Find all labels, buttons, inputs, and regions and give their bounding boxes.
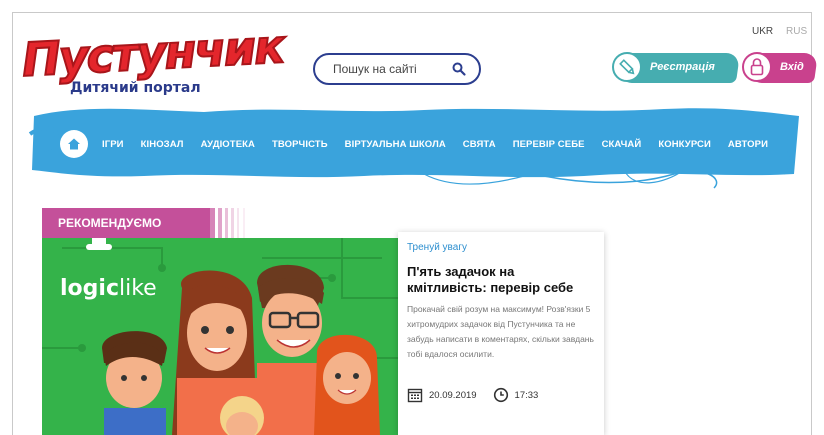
nav-item-virtual-school[interactable]: ВІРТУАЛЬНА ШКОЛА xyxy=(345,139,446,150)
nav-item-games[interactable]: ІГРИ xyxy=(102,139,124,150)
hero-brand-light: like xyxy=(119,276,157,301)
nav-item-contests[interactable]: КОНКУРСИ xyxy=(658,139,711,150)
article-category-link[interactable]: Тренуй увагу xyxy=(407,242,467,253)
nav-item-creativity[interactable]: ТВОРЧІСТЬ xyxy=(272,139,328,150)
site-logo[interactable]: Пустунчик Дитячий портал xyxy=(20,18,286,96)
login-button[interactable]: Вхід xyxy=(740,50,819,86)
article-date: 20.09.2019 xyxy=(429,389,477,401)
home-button[interactable] xyxy=(60,130,88,158)
article-title-link[interactable]: П'ять задачок на кмітливість: перевір се… xyxy=(407,264,597,296)
register-label: Реєстрація xyxy=(650,61,715,73)
lang-ukr-link[interactable]: UKR xyxy=(752,26,773,37)
hero-brand: logiclike xyxy=(60,276,157,301)
lang-rus-link[interactable]: RUS xyxy=(786,26,807,37)
pencil-icon xyxy=(612,52,642,82)
article-excerpt: Прокачай свій розум на максимум! Розв'яз… xyxy=(407,304,594,359)
clock-icon xyxy=(493,387,508,403)
search-icon[interactable] xyxy=(451,61,467,77)
nav-item-test-yourself[interactable]: ПЕРЕВІР СЕБЕ xyxy=(513,139,585,150)
main-nav: ІГРИ КІНОЗАЛ АУДІОТЕКА ТВОРЧІСТЬ ВІРТУАЛ… xyxy=(24,104,804,190)
logo-wordmark: Пустунчик xyxy=(20,18,286,88)
nav-item-cinema[interactable]: КІНОЗАЛ xyxy=(141,139,184,150)
family-illustration xyxy=(42,238,398,435)
nav-item-holidays[interactable]: СВЯТА xyxy=(463,139,496,150)
calendar-icon xyxy=(407,388,423,403)
article-time: 17:33 xyxy=(514,389,539,401)
login-label: Вхід xyxy=(780,61,804,73)
register-button[interactable]: Реєстрація xyxy=(610,50,741,86)
search-input[interactable] xyxy=(333,62,453,76)
lock-icon xyxy=(742,52,772,82)
search-box xyxy=(313,53,481,85)
hero-brand-bold: logic xyxy=(60,276,119,301)
nav-items: ІГРИ КІНОЗАЛ АУДІОТЕКА ТВОРЧІСТЬ ВІРТУАЛ… xyxy=(60,130,785,158)
logo-subtitle: Дитячий портал xyxy=(70,80,201,96)
nav-item-authors[interactable]: АВТОРИ xyxy=(728,139,768,150)
article-meta: 20.09.2019 17:33 xyxy=(407,387,538,403)
nav-item-audio[interactable]: АУДІОТЕКА xyxy=(201,139,255,150)
home-icon xyxy=(68,138,80,150)
recommended-label: РЕКОМЕНДУЄМО xyxy=(58,216,162,230)
article-card: Тренуй увагу П'ять задачок на кмітливіст… xyxy=(398,232,604,435)
featured-image[interactable]: logiclike xyxy=(42,238,398,435)
nav-item-download[interactable]: СКАЧАЙ xyxy=(602,139,642,150)
recommended-stripes xyxy=(210,208,245,238)
recommended-tab: РЕКОМЕНДУЄМО xyxy=(42,208,210,238)
